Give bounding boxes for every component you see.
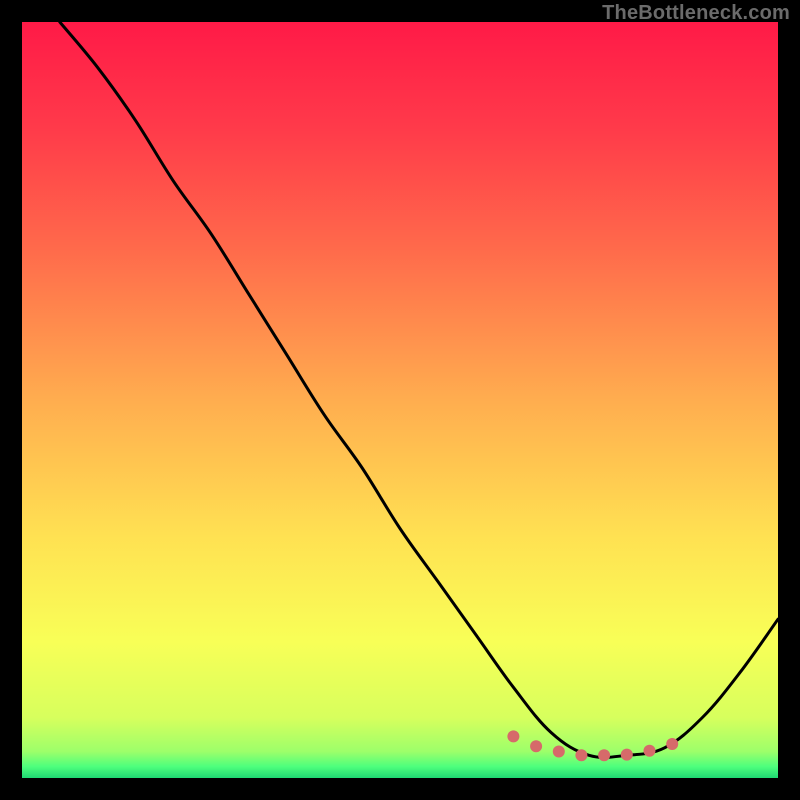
watermark-text: TheBottleneck.com xyxy=(602,2,790,25)
optimal-marker xyxy=(621,749,633,761)
optimal-marker xyxy=(575,749,587,761)
optimal-marker xyxy=(644,745,656,757)
optimal-marker xyxy=(666,738,678,750)
bottleneck-chart xyxy=(22,22,778,778)
optimal-marker xyxy=(598,749,610,761)
optimal-marker xyxy=(507,730,519,742)
gradient-bg xyxy=(22,22,778,778)
optimal-marker xyxy=(530,740,542,752)
chart-frame: { "watermark": "TheBottleneck.com", "col… xyxy=(0,0,800,800)
optimal-marker xyxy=(553,746,565,758)
